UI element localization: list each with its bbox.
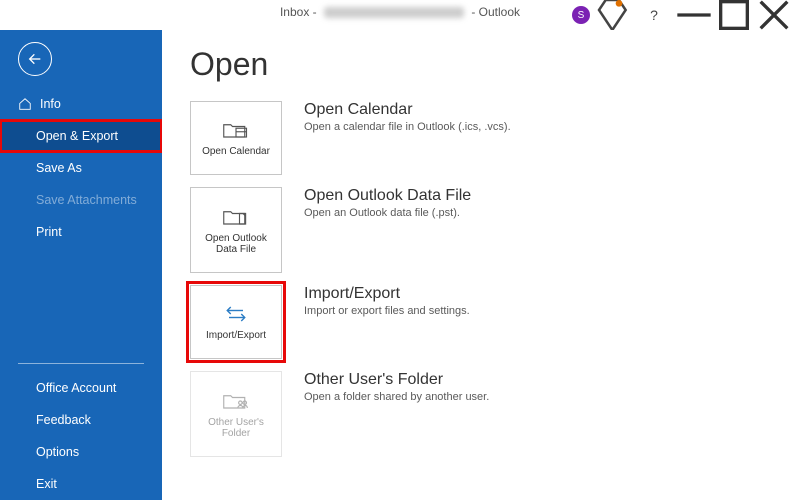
back-button[interactable] [18,42,52,76]
other-user-folder-row: Other User's Folder Other User's Folder … [190,371,772,457]
title-account-redacted [324,7,464,18]
import-export-row: Import/Export Import/Export Import or ex… [190,285,772,359]
other-user-folder-desc: Open a folder shared by another user. [304,391,489,403]
open-data-file-row: Open Outlook Data File Open Outlook Data… [190,187,772,273]
user-avatar[interactable]: S [572,6,590,24]
other-user-folder-heading: Other User's Folder [304,371,489,389]
main-panel: Open Open Calendar Open Calendar Open a … [162,30,800,500]
open-calendar-button[interactable]: Open Calendar [190,101,282,175]
home-icon [18,97,32,111]
import-export-icon [222,302,250,326]
open-calendar-desc: Open a calendar file in Outlook (.ics, .… [304,121,511,133]
help-icon[interactable]: ? [634,0,674,30]
nav-divider [18,363,144,364]
import-export-desc: Import or export files and settings. [304,305,470,317]
data-file-icon [222,205,250,229]
nav-info[interactable]: Info [0,88,162,120]
nav-office-account[interactable]: Office Account [0,372,162,404]
open-calendar-heading: Open Calendar [304,101,511,119]
import-export-button[interactable]: Import/Export [190,285,282,359]
title-prefix: Inbox - [280,5,317,19]
maximize-button[interactable] [714,0,754,30]
backstage-sidebar: Info Open & Export Save As Save Attachme… [0,30,162,500]
nav-feedback[interactable]: Feedback [0,404,162,436]
close-button[interactable] [754,0,794,30]
nav-options[interactable]: Options [0,436,162,468]
page-title: Open [190,46,772,83]
calendar-folder-icon [222,118,250,142]
nav-save-as[interactable]: Save As [0,152,162,184]
open-data-file-desc: Open an Outlook data file (.pst). [304,207,471,219]
title-suffix: - Outlook [471,5,520,19]
nav-exit[interactable]: Exit [0,468,162,500]
other-user-folder-button: Other User's Folder [190,371,282,457]
nav-print[interactable]: Print [0,216,162,248]
title-bar: Inbox - - Outlook S ? [0,0,800,30]
coming-soon-icon[interactable] [594,0,634,30]
open-calendar-row: Open Calendar Open Calendar Open a calen… [190,101,772,175]
nav-save-attachments: Save Attachments [0,184,162,216]
open-data-file-button[interactable]: Open Outlook Data File [190,187,282,273]
nav-open-export[interactable]: Open & Export [0,120,162,152]
minimize-button[interactable] [674,0,714,30]
open-data-file-heading: Open Outlook Data File [304,187,471,205]
import-export-heading: Import/Export [304,285,470,303]
shared-folder-icon [222,389,250,413]
